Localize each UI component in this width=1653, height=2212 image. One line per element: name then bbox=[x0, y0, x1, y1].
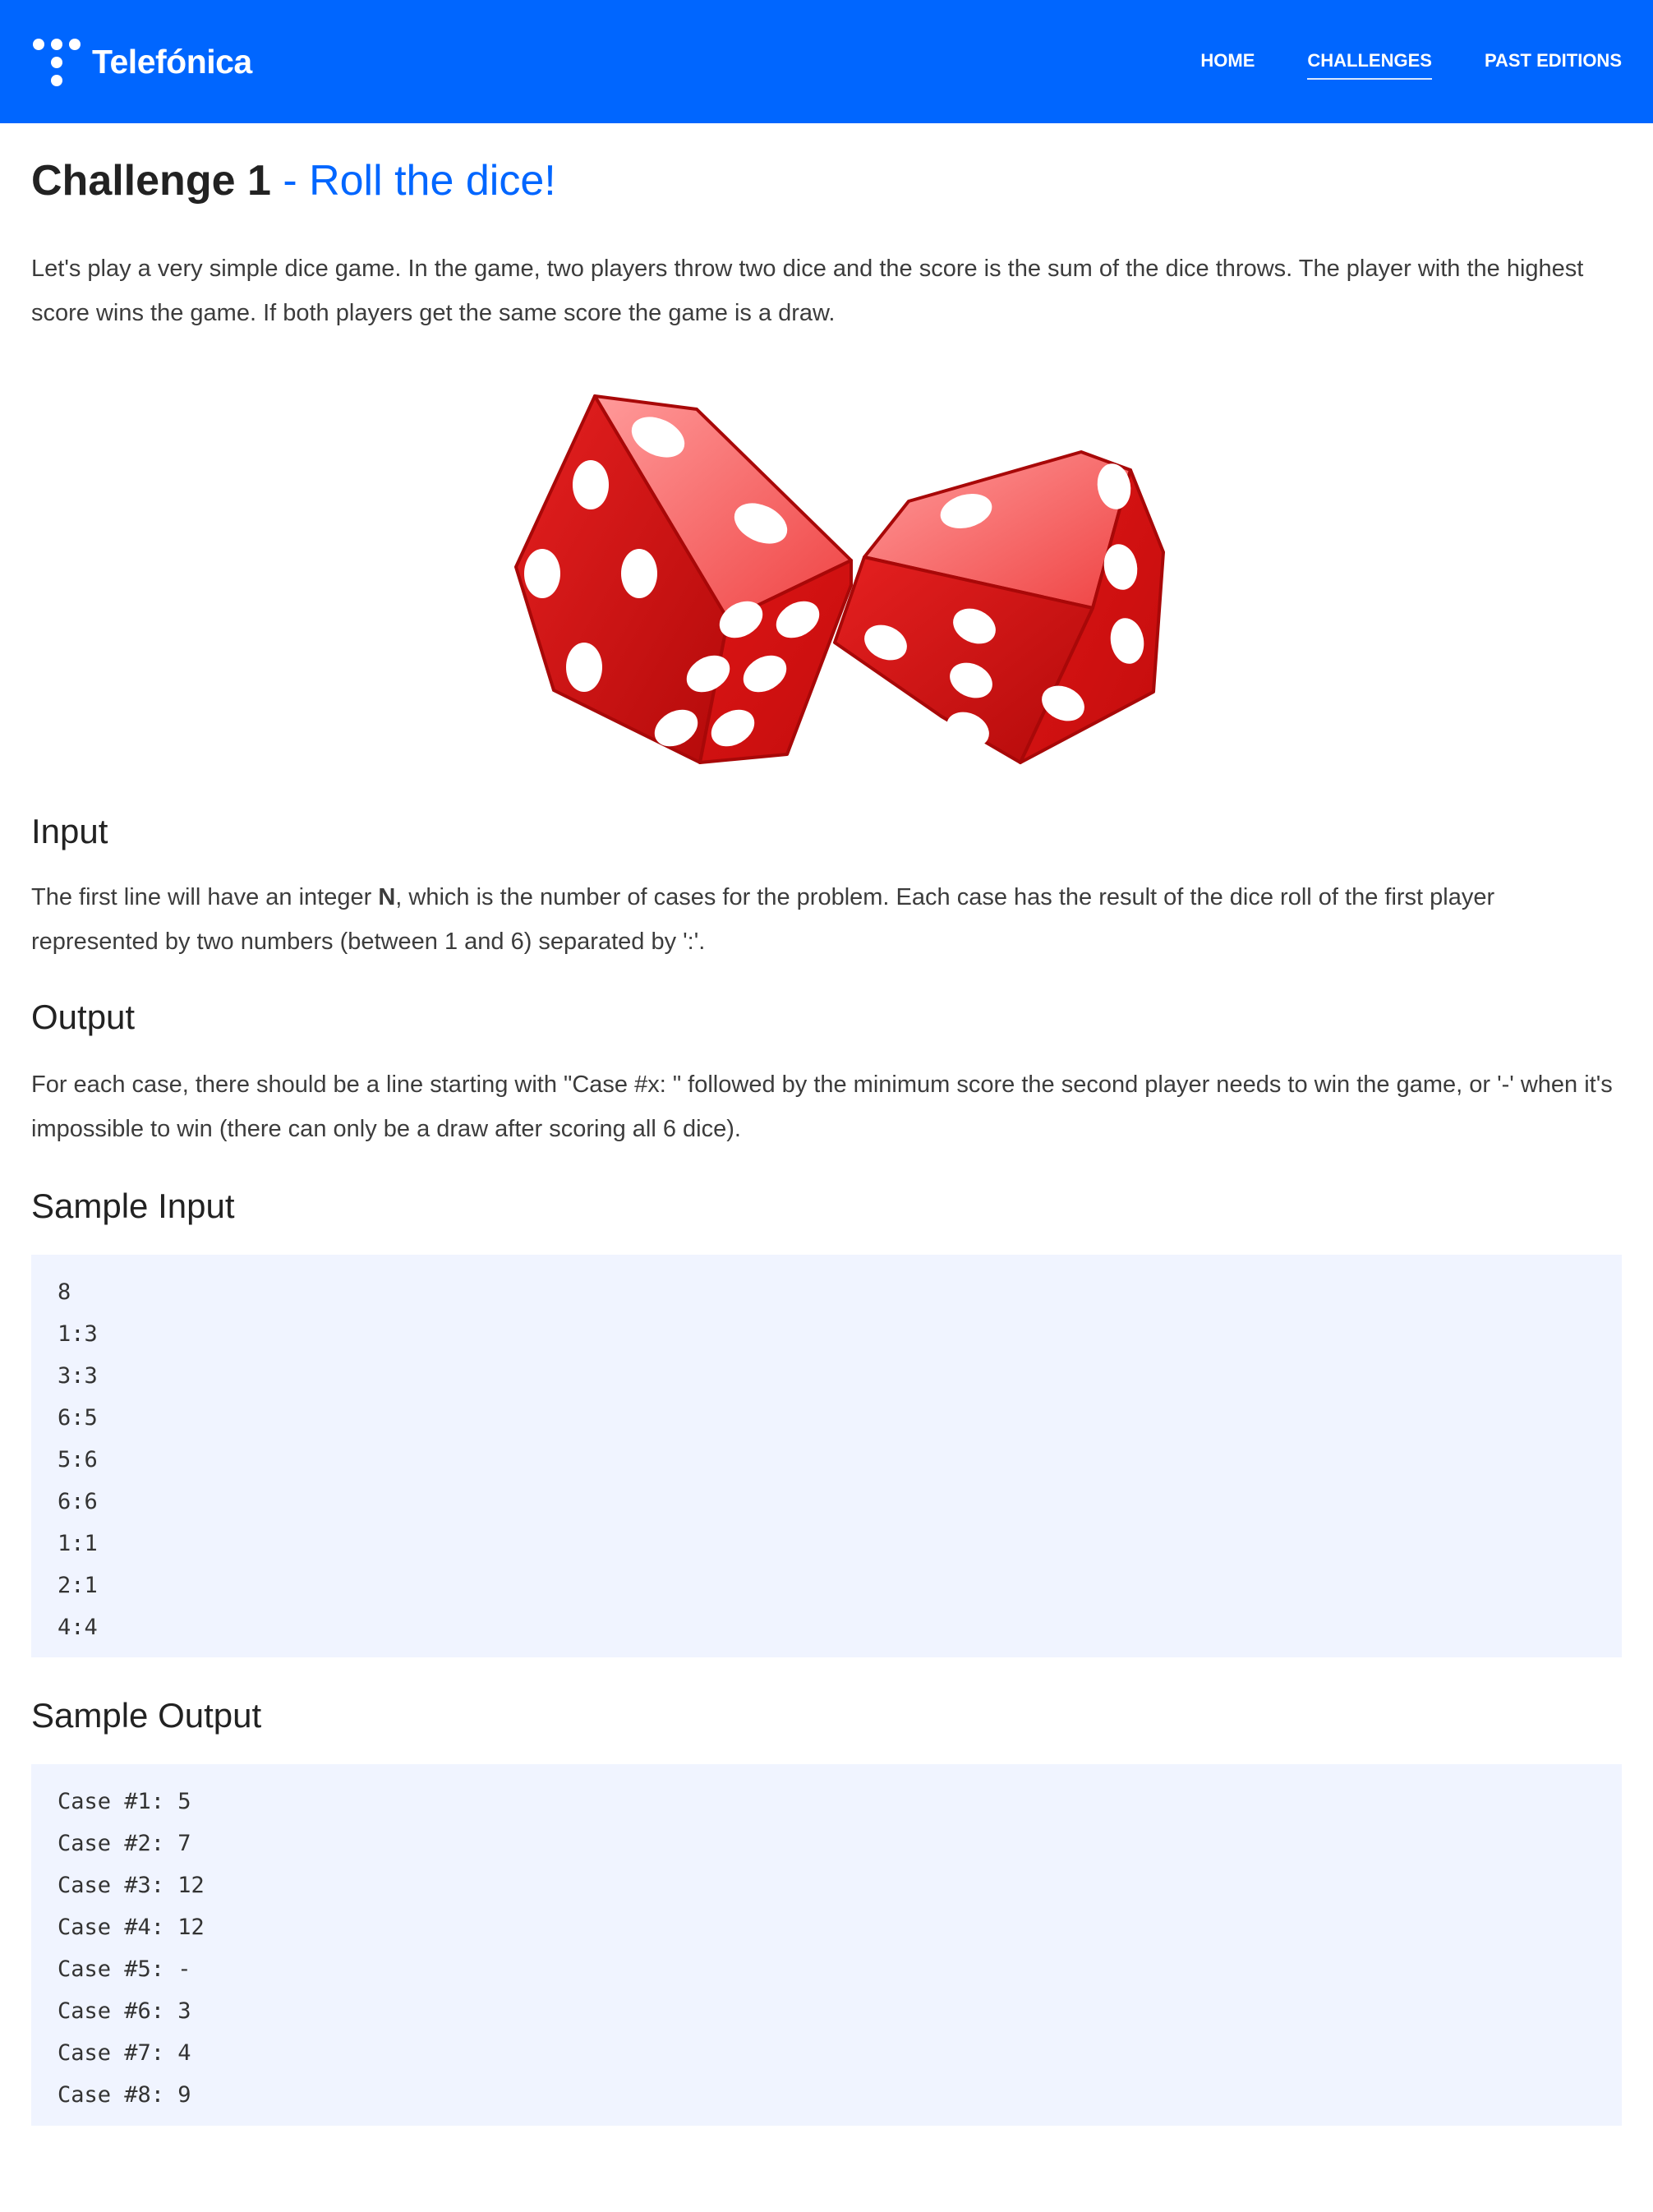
code-line: Case #5: - bbox=[58, 1956, 191, 1982]
output-description: For each case, there should be a line st… bbox=[31, 1071, 1613, 1142]
input-heading: Input bbox=[31, 812, 108, 850]
output-heading: Output bbox=[31, 998, 136, 1036]
code-line: 1:1 bbox=[58, 1531, 98, 1556]
input-description: The first line will have an integer N, w… bbox=[31, 875, 1622, 964]
challenge-content: Challenge 1 - Roll the dice! Let's play … bbox=[0, 154, 1653, 2126]
code-line: 5:6 bbox=[58, 1447, 98, 1472]
code-line: Case #7: 4 bbox=[58, 2040, 191, 2066]
brand-name: Telefónica bbox=[92, 42, 252, 81]
nav-challenges-link[interactable]: CHALLENGES bbox=[1307, 44, 1432, 80]
code-line: Case #1: 5 bbox=[58, 1789, 191, 1814]
code-line: 6:6 bbox=[58, 1489, 98, 1514]
code-line: 2:1 bbox=[58, 1573, 98, 1598]
challenge-number: Challenge 1 bbox=[31, 157, 271, 205]
code-line: 1:3 bbox=[58, 1321, 98, 1347]
left-die bbox=[514, 394, 853, 764]
page-title: Challenge 1 - Roll the dice! bbox=[31, 154, 1622, 207]
two-red-dice-icon bbox=[514, 394, 1165, 764]
code-line: 6:5 bbox=[58, 1405, 98, 1431]
sample-output-code-block: Case #1: 5 Case #2: 7 Case #3: 12 Case #… bbox=[31, 1764, 1622, 2126]
input-variable-n: N bbox=[378, 884, 396, 910]
code-line: Case #8: 9 bbox=[58, 2082, 191, 2108]
code-line: Case #6: 3 bbox=[58, 1998, 191, 2024]
code-line: 8 bbox=[58, 1279, 71, 1305]
code-line: Case #3: 12 bbox=[58, 1873, 205, 1898]
nav-past-editions-link[interactable]: PAST EDITIONS bbox=[1485, 44, 1622, 80]
telefonica-logo-icon bbox=[33, 39, 81, 86]
sample-output-heading: Sample Output bbox=[31, 1696, 262, 1735]
code-line: Case #2: 7 bbox=[58, 1831, 191, 1856]
main-nav: HOME CHALLENGES PAST EDITIONS bbox=[1148, 44, 1622, 80]
input-text-before: The first line will have an integer bbox=[31, 884, 379, 910]
code-line: Case #4: 12 bbox=[58, 1915, 205, 1940]
nav-home-link[interactable]: HOME bbox=[1200, 44, 1255, 80]
dice-image-container bbox=[31, 380, 1622, 782]
top-navigation-bar: Telefónica HOME CHALLENGES PAST EDITIONS bbox=[0, 0, 1653, 123]
right-die bbox=[833, 450, 1165, 764]
sample-input-heading: Sample Input bbox=[31, 1187, 235, 1225]
challenge-subtitle: - Roll the dice! bbox=[270, 157, 556, 205]
code-line: 3:3 bbox=[58, 1363, 98, 1389]
brand-logo-link[interactable]: Telefónica bbox=[31, 36, 252, 87]
sample-input-code-block: 8 1:3 3:3 6:5 5:6 6:6 1:1 2:1 4:4 bbox=[31, 1255, 1622, 1657]
challenge-intro: Let's play a very simple dice game. In t… bbox=[31, 256, 1584, 326]
code-line: 4:4 bbox=[58, 1615, 98, 1640]
